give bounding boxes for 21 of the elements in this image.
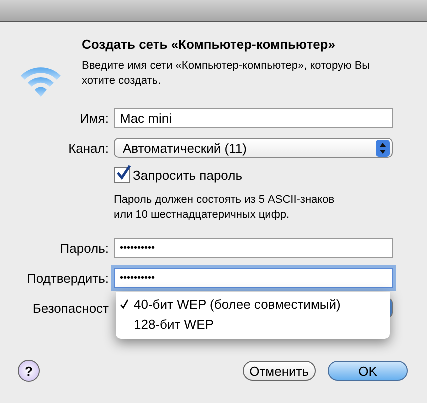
checkmark-icon [120,299,129,309]
field-label: Канал: [68,140,109,156]
field-label: Подтвердить: [26,270,109,286]
help-button[interactable]: ? [18,360,40,382]
require-password-checkbox[interactable]: Запросить пароль [114,167,393,183]
confirm-password-field[interactable]: •••••••••• [114,268,393,288]
ok-button[interactable]: OK [328,361,408,381]
password-hint: Пароль должен состоять из 5 ASCII-знаков или 10 шестнадцатеричных цифр. [114,193,336,223]
field-label: Имя: [79,110,109,126]
dialog-message: Введите имя сети «Компьютер-компьютер», которую Вы хотите создать. [82,59,372,89]
password-field[interactable]: •••••••••• [114,238,393,258]
dialog-title: Создать сеть «Компьютер-компьютер» [82,37,336,52]
cancel-button[interactable]: Отменить [242,361,316,381]
field-label: Пароль: [59,240,109,256]
checkmark-icon [115,165,131,181]
name-field[interactable]: Mac mini [114,108,393,128]
stepper-arrows-icon [376,140,390,156]
menu-item[interactable]: 40-бит WEP (более совместимый) [116,294,390,314]
menu-item[interactable]: 128-бит WEP [116,314,390,334]
field-label: Безопасност [32,300,109,316]
channel-popup[interactable]: Автоматический (11) [114,138,393,158]
